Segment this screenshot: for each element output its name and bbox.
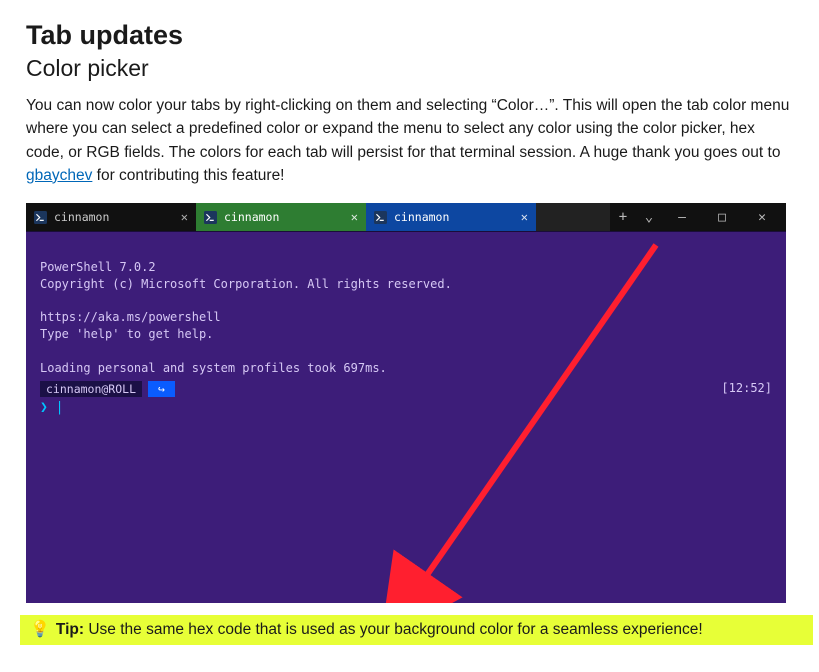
terminal-tab-3[interactable]: cinnamon ✕ (366, 203, 536, 231)
terminal-screenshot: cinnamon ✕ cinnamon ✕ cinnamon ✕ + ⌄ (26, 203, 786, 603)
lightbulb-icon: 💡 (30, 622, 50, 638)
tab-label: cinnamon (54, 210, 109, 224)
tip-banner: 💡 Tip: Use the same hex code that is use… (20, 615, 813, 645)
prompt-time: [12:52] (721, 380, 772, 397)
close-icon[interactable]: ✕ (179, 209, 190, 225)
tab-label: cinnamon (224, 210, 279, 224)
tip-label: Tip: (56, 621, 84, 638)
prompt-path: ↪ (148, 381, 175, 397)
powershell-icon (374, 211, 387, 224)
terminal-line: Loading personal and system profiles too… (40, 361, 387, 375)
terminal-tab-2[interactable]: cinnamon ✕ (196, 203, 366, 231)
tab-label: cinnamon (394, 210, 449, 224)
terminal-window: cinnamon ✕ cinnamon ✕ cinnamon ✕ + ⌄ (26, 203, 786, 603)
close-icon[interactable]: ✕ (519, 209, 530, 225)
terminal-titlebar: cinnamon ✕ cinnamon ✕ cinnamon ✕ + ⌄ (26, 203, 786, 231)
tip-text: Use the same hex code that is used as yo… (84, 621, 703, 638)
intro-text-1: You can now color your tabs by right-cli… (26, 97, 789, 161)
terminal-line: PowerShell 7.0.2 (40, 260, 156, 274)
new-tab-button[interactable]: + (610, 203, 636, 231)
intro-text-2: for contributing this feature! (92, 167, 284, 184)
powershell-icon (34, 211, 47, 224)
close-icon[interactable]: ✕ (349, 209, 360, 225)
window-controls: + ⌄ — □ ✕ (610, 203, 786, 231)
terminal-line: Copyright (c) Microsoft Corporation. All… (40, 277, 452, 291)
section-heading: Tab updates (26, 20, 793, 51)
tab-dropdown-button[interactable]: ⌄ (636, 203, 662, 231)
contributor-link[interactable]: gbaychev (26, 167, 92, 184)
intro-paragraph: You can now color your tabs by right-cli… (26, 94, 793, 187)
terminal-tab-1[interactable]: cinnamon ✕ (26, 203, 196, 231)
terminal-line: Type 'help' to get help. (40, 327, 213, 341)
prompt-line: cinnamon@ROLL ↪ [12:52] (40, 380, 772, 397)
subsection-heading: Color picker (26, 55, 793, 82)
terminal-body: PowerShell 7.0.2 Copyright (c) Microsoft… (26, 231, 786, 603)
prompt-user: cinnamon@ROLL (40, 381, 142, 397)
maximize-button[interactable]: □ (702, 203, 742, 231)
close-window-button[interactable]: ✕ (742, 203, 782, 231)
minimize-button[interactable]: — (662, 203, 702, 231)
prompt-caret: ❯ | (40, 399, 772, 417)
terminal-line: https://aka.ms/powershell (40, 310, 221, 324)
powershell-icon (204, 211, 217, 224)
